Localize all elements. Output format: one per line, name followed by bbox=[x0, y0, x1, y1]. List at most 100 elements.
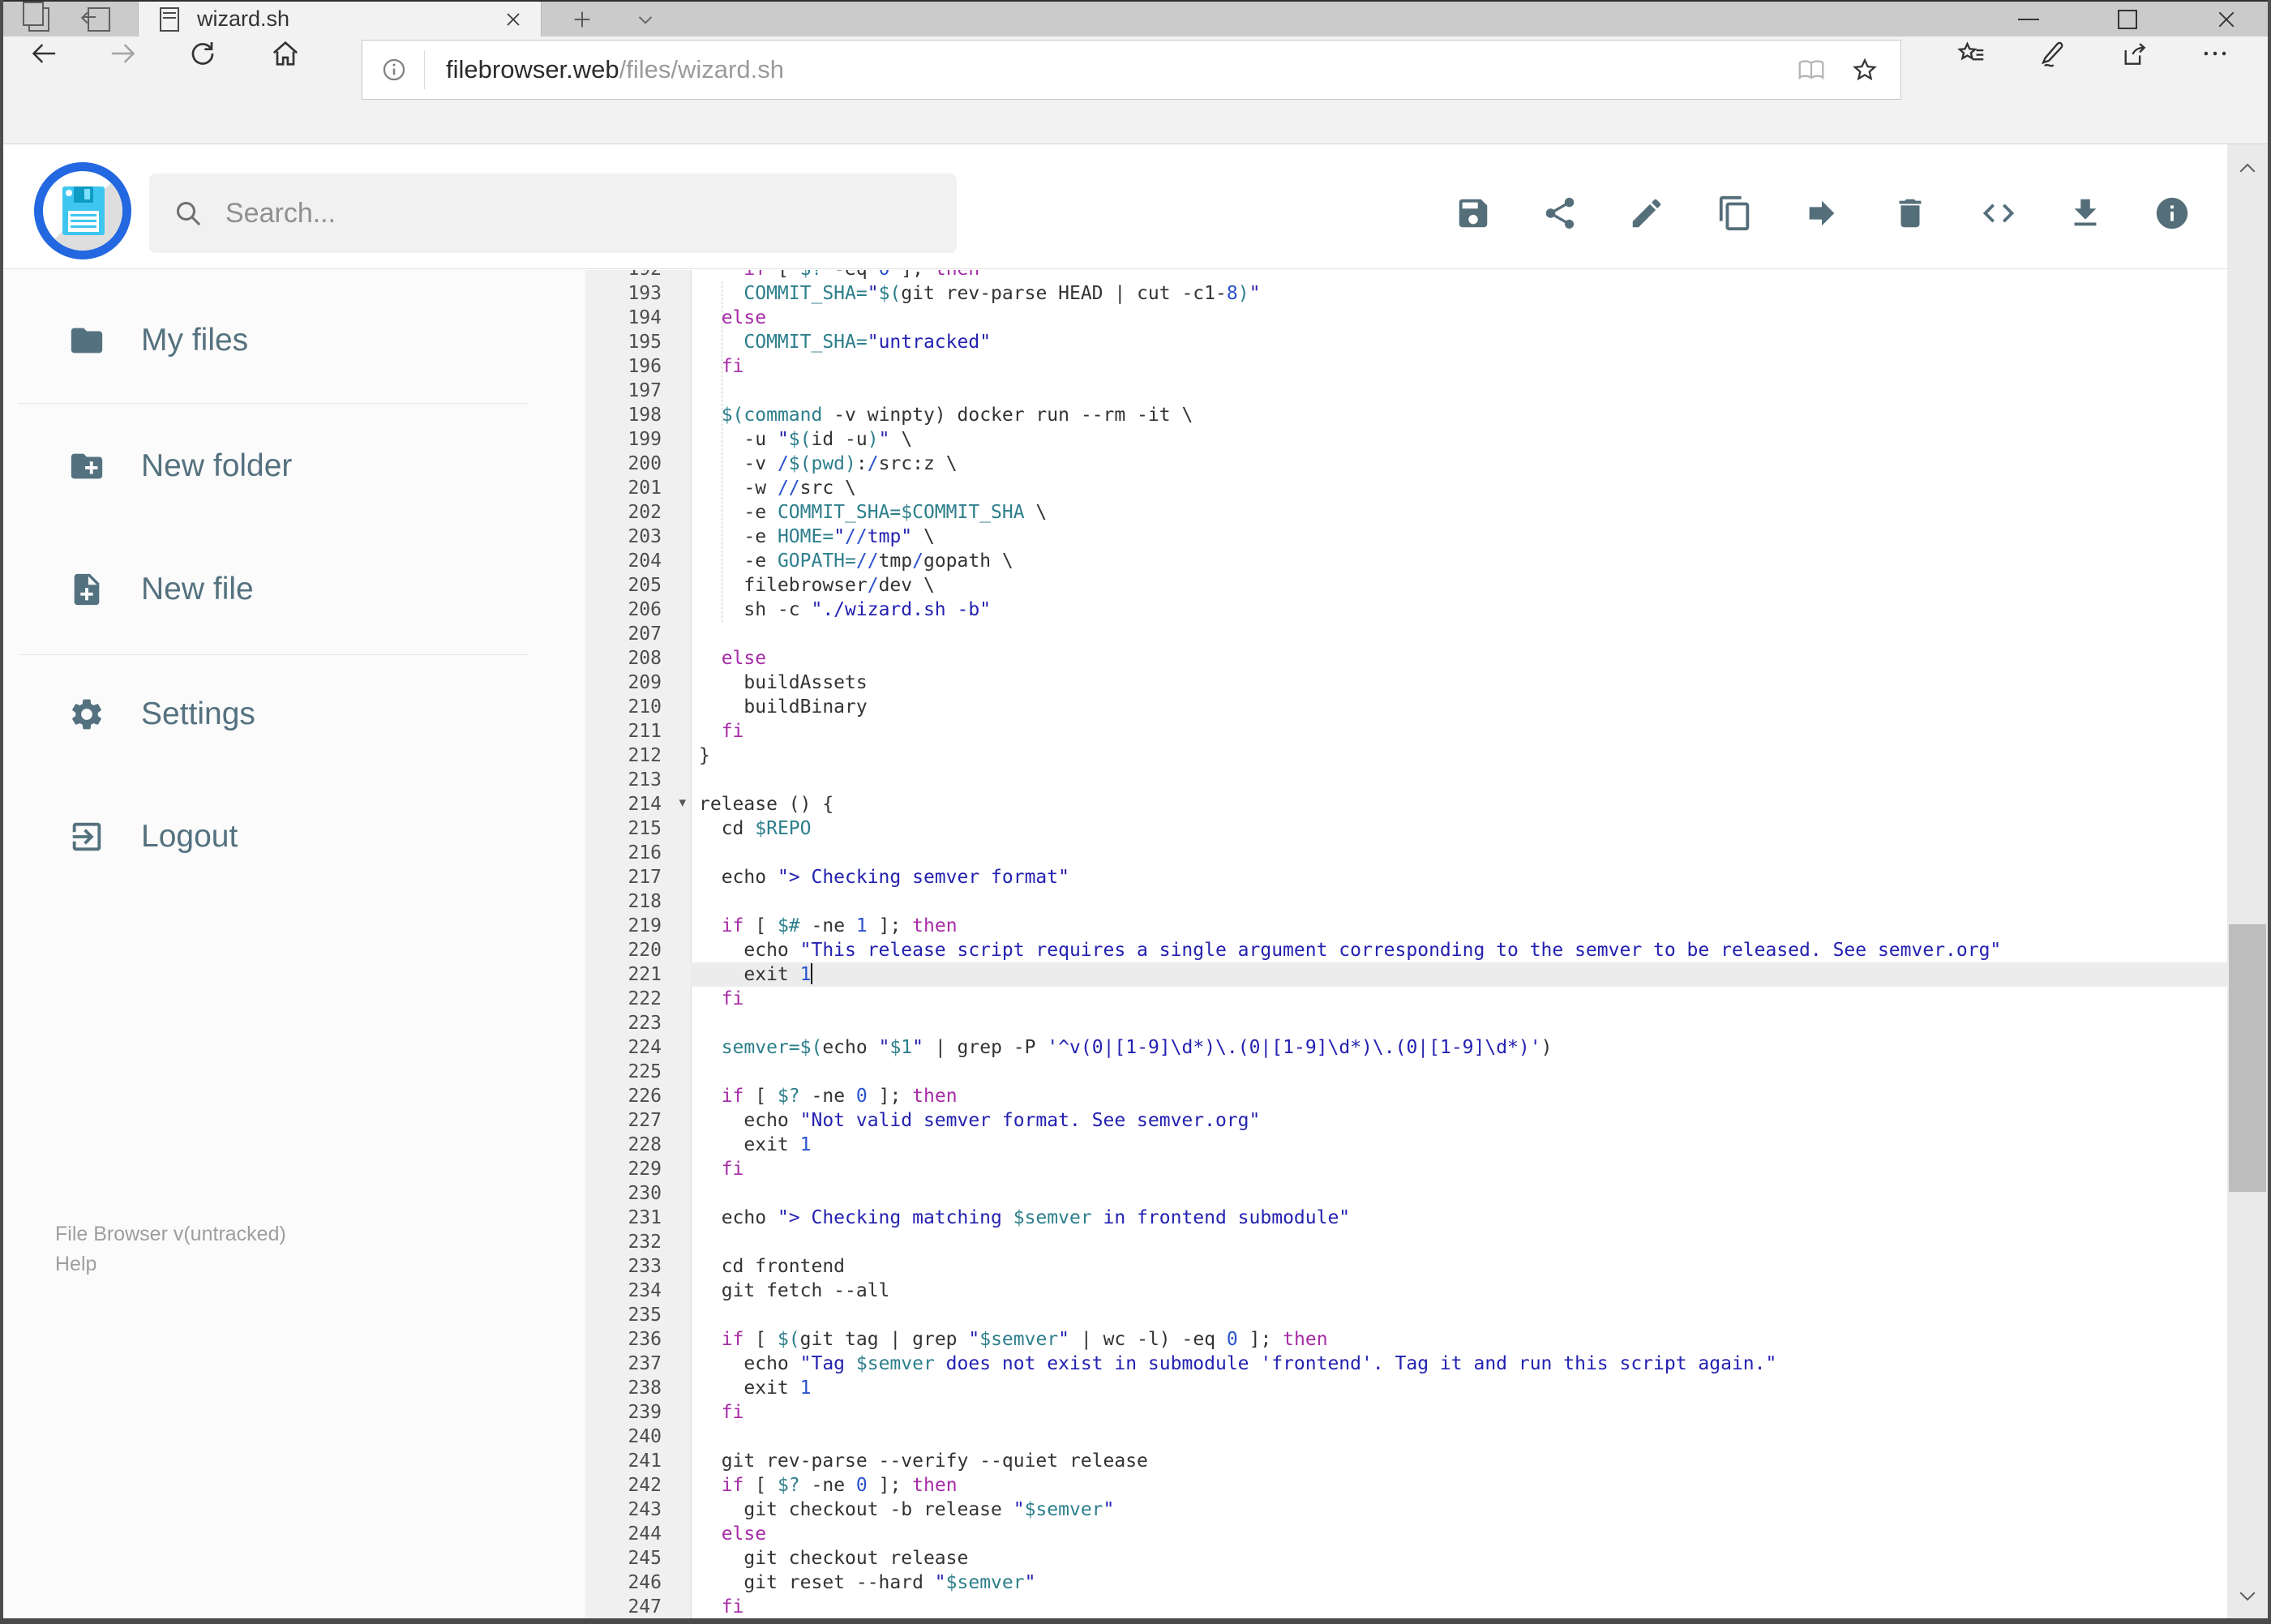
code-editor[interactable]: 192 if [ $? -eq 0 ]; then193 COMMIT_SHA=… bbox=[585, 270, 2227, 1618]
browser-tab-wizard-sh[interactable]: wizard.sh bbox=[138, 2, 542, 36]
code-line[interactable]: 220 echo "This release script requires a… bbox=[585, 938, 2227, 962]
code-line[interactable]: 202 -e COMMIT_SHA=$COMMIT_SHA \ bbox=[585, 500, 2227, 525]
annotate-button[interactable] bbox=[2033, 36, 2072, 71]
code-line[interactable]: 247 fi bbox=[585, 1595, 2227, 1618]
url-bar[interactable]: filebrowser.web/files/wizard.sh bbox=[362, 40, 1901, 100]
rename-button[interactable] bbox=[1626, 192, 1668, 234]
code-line[interactable]: 239 fi bbox=[585, 1400, 2227, 1425]
code-line[interactable]: 245 git checkout release bbox=[585, 1546, 2227, 1570]
code-line[interactable]: 238 exit 1 bbox=[585, 1376, 2227, 1400]
code-line[interactable]: 221 exit 1 bbox=[585, 962, 2227, 987]
code-line[interactable]: 218 bbox=[585, 889, 2227, 914]
vertical-scrollbar[interactable] bbox=[2227, 144, 2268, 1618]
code-line[interactable]: 229 fi bbox=[585, 1157, 2227, 1181]
sidebar-item-my-files[interactable]: My files bbox=[3, 300, 538, 381]
home-button[interactable] bbox=[268, 36, 303, 71]
minimize-button[interactable] bbox=[1996, 2, 2061, 36]
tab-preview-button[interactable] bbox=[15, 1, 63, 36]
info-button[interactable] bbox=[2151, 192, 2193, 234]
code-line[interactable]: 230 bbox=[585, 1181, 2227, 1206]
new-tab-button[interactable] bbox=[563, 5, 602, 34]
code-line[interactable]: 195 COMMIT_SHA="untracked" bbox=[585, 330, 2227, 354]
save-button[interactable] bbox=[1452, 192, 1494, 234]
code-line[interactable]: 233 cd frontend bbox=[585, 1254, 2227, 1279]
code-line[interactable]: 231 echo "> Checking matching $semver in… bbox=[585, 1206, 2227, 1230]
code-line[interactable]: 227 echo "Not valid semver format. See s… bbox=[585, 1108, 2227, 1133]
copy-button[interactable] bbox=[1714, 192, 1756, 234]
code-line[interactable]: 204 -e GOPATH=//tmp/gopath \ bbox=[585, 549, 2227, 573]
refresh-button[interactable] bbox=[185, 36, 221, 71]
code-line[interactable]: 203 -e HOME="//tmp" \ bbox=[585, 525, 2227, 549]
code-line[interactable]: 224 semver=$(echo "$1" | grep -P '^v(0|[… bbox=[585, 1035, 2227, 1060]
sidebar-item-settings[interactable]: Settings bbox=[3, 674, 538, 755]
help-link[interactable]: Help bbox=[55, 1249, 286, 1279]
maximize-button[interactable] bbox=[2095, 2, 2160, 36]
code-line[interactable]: 197 bbox=[585, 379, 2227, 403]
set-aside-tabs-button[interactable] bbox=[75, 2, 123, 36]
code-line[interactable]: 222 fi bbox=[585, 987, 2227, 1011]
code-line[interactable]: 242 if [ $? -ne 0 ]; then bbox=[585, 1473, 2227, 1498]
favorite-star-icon[interactable] bbox=[1850, 55, 1879, 84]
code-line[interactable]: 208 else bbox=[585, 646, 2227, 671]
code-line[interactable]: 200 -v /$(pwd):/src:z \ bbox=[585, 452, 2227, 476]
code-line[interactable]: 243 git checkout -b release "$semver" bbox=[585, 1498, 2227, 1522]
scroll-down-button[interactable] bbox=[2227, 1575, 2268, 1616]
sidebar-item-logout[interactable]: Logout bbox=[3, 796, 538, 877]
code-line[interactable]: 235 bbox=[585, 1303, 2227, 1327]
scroll-up-button[interactable] bbox=[2227, 148, 2268, 189]
share-button[interactable] bbox=[1539, 192, 1581, 234]
code-line[interactable]: 217 echo "> Checking semver format" bbox=[585, 865, 2227, 889]
code-line[interactable]: 196 fi bbox=[585, 354, 2227, 379]
code-line[interactable]: 193 COMMIT_SHA="$(git rev-parse HEAD | c… bbox=[585, 281, 2227, 306]
code-line[interactable]: 209 buildAssets bbox=[585, 671, 2227, 695]
code-line[interactable]: 244 else bbox=[585, 1522, 2227, 1546]
code-line[interactable]: 210 buildBinary bbox=[585, 695, 2227, 719]
code-line[interactable]: 234 git fetch --all bbox=[585, 1279, 2227, 1303]
search-input[interactable] bbox=[224, 196, 876, 230]
back-button[interactable] bbox=[26, 36, 62, 71]
source-view-button[interactable] bbox=[1977, 192, 2020, 234]
code-line[interactable]: 192 if [ $? -eq 0 ]; then bbox=[585, 270, 2227, 281]
code-line[interactable]: 211 fi bbox=[585, 719, 2227, 743]
forward-button[interactable] bbox=[105, 36, 141, 71]
code-line[interactable]: 198 $(command -v winpty) docker run --rm… bbox=[585, 403, 2227, 427]
code-line[interactable]: 225 bbox=[585, 1060, 2227, 1084]
download-button[interactable] bbox=[2064, 192, 2106, 234]
site-info-button[interactable] bbox=[380, 56, 408, 84]
search-box[interactable] bbox=[149, 174, 957, 253]
code-line[interactable]: 206 sh -c "./wizard.sh -b" bbox=[585, 598, 2227, 622]
scrollbar-thumb[interactable] bbox=[2229, 924, 2266, 1192]
fold-arrow-icon[interactable]: ▾ bbox=[679, 791, 686, 815]
code-line[interactable]: 228 exit 1 bbox=[585, 1133, 2227, 1157]
code-line[interactable]: 240 bbox=[585, 1425, 2227, 1449]
code-line[interactable]: 201 -w //src \ bbox=[585, 476, 2227, 500]
tab-close-button[interactable] bbox=[500, 6, 526, 32]
code-line[interactable]: 215 cd $REPO bbox=[585, 816, 2227, 841]
code-line[interactable]: 241 git rev-parse --verify --quiet relea… bbox=[585, 1449, 2227, 1473]
move-button[interactable] bbox=[1801, 192, 1843, 234]
code-line[interactable]: 246 git reset --hard "$semver" bbox=[585, 1570, 2227, 1595]
more-options-button[interactable] bbox=[2196, 36, 2235, 71]
code-line[interactable]: 223 bbox=[585, 1011, 2227, 1035]
code-line[interactable]: 237 echo "Tag $semver does not exist in … bbox=[585, 1352, 2227, 1376]
code-line[interactable]: 194 else bbox=[585, 306, 2227, 330]
close-window-button[interactable] bbox=[2194, 2, 2259, 36]
code-line[interactable]: 212} bbox=[585, 743, 2227, 768]
reading-view-icon[interactable] bbox=[1797, 55, 1826, 84]
sidebar-item-new-file[interactable]: New file bbox=[3, 549, 538, 630]
code-line[interactable]: 205 filebrowser/dev \ bbox=[585, 573, 2227, 598]
favorites-hub-button[interactable] bbox=[1952, 36, 1991, 71]
tab-list-button[interactable] bbox=[626, 5, 665, 34]
sidebar-item-new-folder[interactable]: New folder bbox=[3, 426, 538, 507]
code-line[interactable]: 219 if [ $# -ne 1 ]; then bbox=[585, 914, 2227, 938]
code-line[interactable]: 216 bbox=[585, 841, 2227, 865]
code-line[interactable]: 207 bbox=[585, 622, 2227, 646]
file-browser-logo[interactable] bbox=[34, 162, 131, 259]
code-line[interactable]: 214 ▾ release () { bbox=[585, 792, 2227, 816]
delete-button[interactable] bbox=[1889, 192, 1931, 234]
code-line[interactable]: 232 bbox=[585, 1230, 2227, 1254]
code-line[interactable]: 213 bbox=[585, 768, 2227, 792]
share-button-browser[interactable] bbox=[2115, 36, 2153, 71]
code-line[interactable]: 199 -u "$(id -u)" \ bbox=[585, 427, 2227, 452]
code-line[interactable]: 226 if [ $? -ne 0 ]; then bbox=[585, 1084, 2227, 1108]
